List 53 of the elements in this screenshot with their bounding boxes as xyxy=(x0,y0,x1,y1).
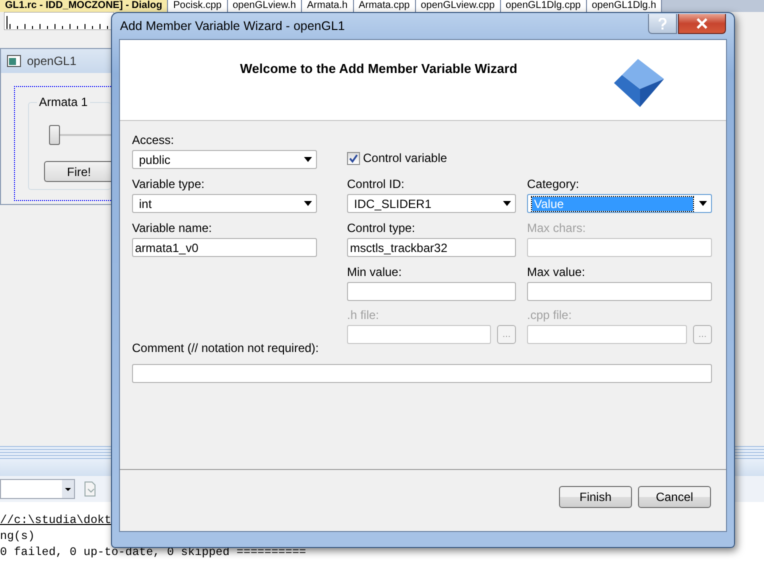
editor-tab[interactable]: Armata.cpp xyxy=(354,0,416,12)
editor-tab[interactable]: openGL1Dlg.cpp xyxy=(500,0,587,12)
app-icon xyxy=(7,55,21,67)
slider[interactable] xyxy=(49,125,111,145)
editor-tab[interactable]: openGLview.h xyxy=(228,0,302,12)
field-label: Max value: xyxy=(527,265,586,280)
dropdown[interactable] xyxy=(0,479,75,499)
output-link[interactable]: //c:\studia\dokt xyxy=(0,513,112,529)
slider-thumb[interactable] xyxy=(49,125,60,145)
field-label: Variable type: xyxy=(132,177,206,192)
window-title: Add Member Variable Wizard - openGL1 xyxy=(120,19,345,33)
wizard-heading: Welcome to the Add Member Variable Wizard xyxy=(240,60,518,76)
checkbox-label: Control variable xyxy=(363,151,448,165)
field-label: Control type: xyxy=(347,221,416,236)
help-icon xyxy=(658,18,667,30)
input-field[interactable] xyxy=(527,282,712,301)
field-label: Comment (// notation not required): xyxy=(132,341,319,356)
field-label: .cpp file: xyxy=(527,308,573,323)
caret-icon xyxy=(65,488,71,490)
window-title: openGL1 xyxy=(27,54,76,68)
cancel-button[interactable]: Cancel xyxy=(638,486,711,508)
dropdown[interactable]: public xyxy=(132,150,317,169)
document-icon[interactable] xyxy=(83,481,97,497)
help-button[interactable] xyxy=(648,14,677,34)
finish-button[interactable]: Finish xyxy=(559,486,632,508)
fire-button[interactable]: Fire! xyxy=(44,161,111,182)
caret-icon xyxy=(304,201,312,206)
caret-icon xyxy=(699,201,707,206)
caret-icon xyxy=(503,201,511,206)
checkbox[interactable] xyxy=(347,152,360,164)
dropdown[interactable]: IDC_SLIDER1 xyxy=(347,194,516,213)
editor-tab[interactable]: openGL1Dlg.h xyxy=(586,0,662,12)
input-field[interactable]: msctls_trackbar32 xyxy=(347,238,516,257)
input-field[interactable] xyxy=(347,282,516,301)
editor-tab[interactable]: Armata.h xyxy=(302,0,354,12)
group-label: Armata 1 xyxy=(37,95,90,109)
close-button[interactable] xyxy=(678,14,726,34)
field-label: Access: xyxy=(132,133,176,148)
field-label: Variable name: xyxy=(132,221,213,236)
field-label: .h file: xyxy=(347,308,380,323)
editor-tab[interactable]: Pocisk.cpp xyxy=(168,0,228,12)
editor-tab[interactable]: openGLview.cpp xyxy=(416,0,501,12)
field-label: Max chars: xyxy=(527,221,587,236)
dropdown[interactable]: int xyxy=(132,194,317,213)
close-icon xyxy=(696,18,708,29)
field-label: Category: xyxy=(527,177,580,192)
field-label: Min value: xyxy=(347,265,403,280)
input-field[interactable] xyxy=(132,364,712,383)
input-field[interactable]: armata1_v0 xyxy=(132,238,317,257)
field-label: Control ID: xyxy=(347,177,406,192)
output-line: ng(s) xyxy=(0,529,35,545)
caret-icon xyxy=(304,157,312,162)
editor-tab[interactable]: GL1.rc - IDD_MOCZONE] - Dialog xyxy=(0,0,168,12)
